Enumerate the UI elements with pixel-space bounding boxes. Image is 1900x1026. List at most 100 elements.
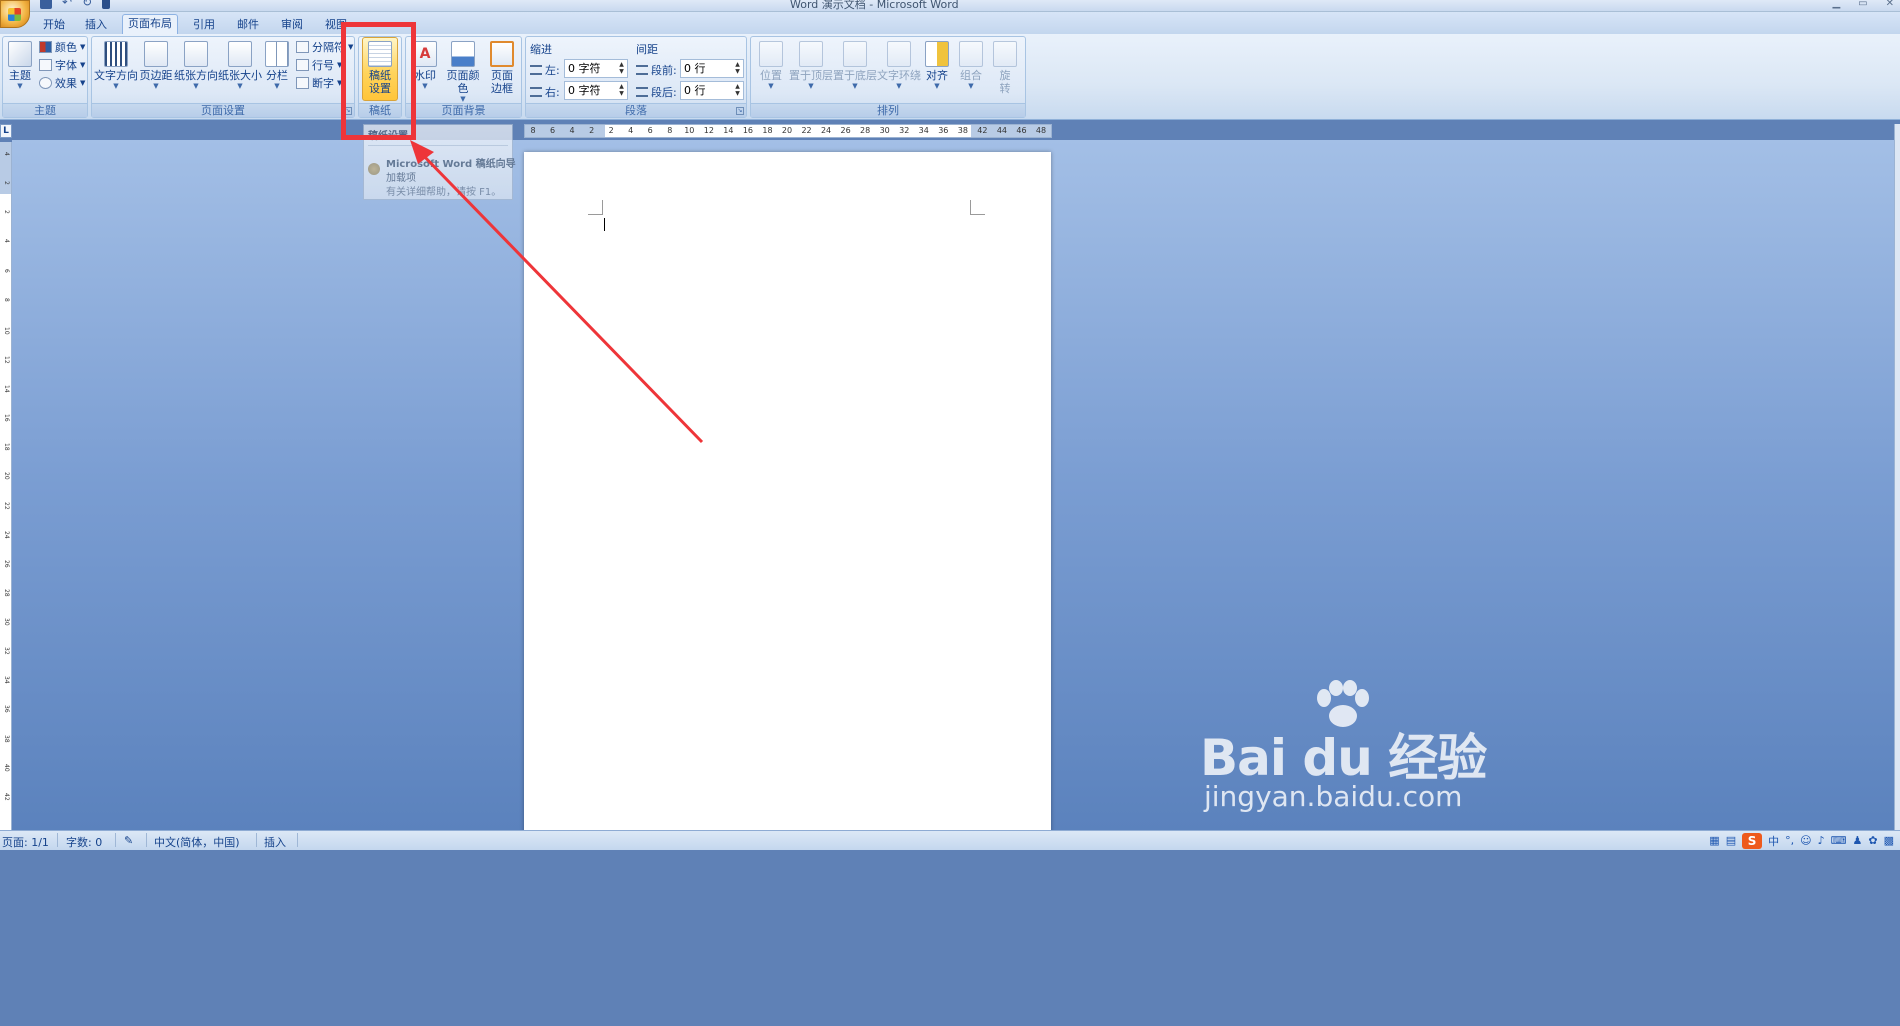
ruler-tick-label: 12 (3, 355, 10, 364)
status-bar: 页面: 1/1 字数: 0 ✎ 中文(简体，中国) 插入 ▦ ▤ S 中 °, … (0, 830, 1900, 850)
theme-effects-button[interactable]: 效果 ▼ (39, 75, 85, 91)
sogou-ime-logo[interactable]: S (1742, 832, 1763, 849)
text-direction-button[interactable]: 文字方向 ▼ (94, 41, 138, 90)
spacing-before-input[interactable]: 0 行 ▲ ▼ (680, 59, 744, 78)
document-page[interactable] (524, 152, 1051, 830)
status-word-count[interactable]: 字数: 0 (66, 834, 102, 850)
margins-icon (144, 41, 168, 67)
spin-arrows-icon[interactable]: ▲ ▼ (733, 83, 742, 98)
ruler-tick-label: 16 (742, 126, 754, 135)
theme-colors-button[interactable]: 颜色 ▼ (39, 39, 85, 55)
indent-right-icon (530, 87, 542, 97)
maximize-icon[interactable]: ▭ (1858, 0, 1867, 9)
status-page[interactable]: 页面: 1/1 (2, 834, 49, 850)
theme-fonts-button[interactable]: 字体 ▼ (39, 57, 85, 73)
tab-mailings[interactable]: 邮件 (232, 16, 264, 34)
ruler-tick-label: 36 (938, 126, 949, 135)
ribbon-tabs: 开始 插入 页面布局 引用 邮件 审阅 视图 (0, 12, 1900, 35)
tab-review[interactable]: 审阅 (276, 16, 308, 34)
vertical-ruler[interactable]: 4 2 2 4 6 8 10 12 14 16 18 20 22 24 26 28 30 32 34 36 38 40 42 (0, 142, 12, 832)
theme-button[interactable]: 主题 ▼ (5, 41, 35, 90)
page-color-button[interactable]: 页面颜色 ▼ (442, 41, 484, 103)
ime-language[interactable]: 中 (1768, 833, 1779, 849)
vertical-scrollbar[interactable] (1894, 124, 1900, 830)
align-button[interactable]: 对齐 ▼ (921, 41, 953, 90)
ruler-tick-label: 16 (3, 414, 10, 422)
close-icon[interactable]: ✕ (1886, 0, 1894, 9)
microphone-icon[interactable]: ♪ (1818, 834, 1825, 847)
group-label-gaozhi: 稿纸 (359, 103, 401, 117)
orientation-button[interactable]: 纸张方向 ▼ (174, 41, 218, 90)
spin-arrows-icon[interactable]: ▲ ▼ (733, 61, 742, 76)
ruler-tick-label: 4 (628, 126, 634, 135)
ruler-tick-label: 32 (899, 126, 910, 135)
chevron-down-icon: ▼ (237, 82, 243, 90)
columns-icon (265, 41, 289, 67)
window-title: Word 演示文档 - Microsoft Word (790, 0, 959, 11)
qat-customize-icon[interactable] (102, 0, 111, 9)
indent-right-label: 右: (530, 84, 560, 100)
punctuation-icon[interactable]: °, (1785, 834, 1794, 847)
watermark-button[interactable]: A 水印 ▼ (410, 41, 440, 90)
tab-home[interactable]: 开始 (38, 16, 70, 34)
paragraph-dialog-launcher[interactable]: ↘ (736, 107, 744, 115)
line-numbers-button[interactable]: 行号 ▼ (296, 57, 342, 73)
indent-left-input[interactable]: 0 字符 ▲ ▼ (564, 59, 628, 78)
margins-button[interactable]: 页边距 ▼ (138, 41, 174, 90)
ruler-tick-label: 48 (1035, 126, 1047, 135)
gaozhi-settings-button[interactable]: 稿纸 设置 (362, 37, 398, 101)
skin-icon[interactable]: ✿ (1868, 834, 1877, 847)
status-insert-mode[interactable]: 插入 (264, 834, 286, 850)
emoji-icon[interactable]: ☺ (1800, 834, 1811, 847)
office-button[interactable] (0, 0, 30, 28)
breaks-button[interactable]: 分隔符 ▼ (296, 39, 353, 55)
tab-insert[interactable]: 插入 (80, 16, 112, 34)
tab-view[interactable]: 视图 (320, 16, 352, 34)
ruler-tick-label: 6 (647, 126, 653, 135)
tab-selector[interactable]: L (0, 124, 12, 138)
tab-references[interactable]: 引用 (188, 16, 220, 34)
columns-button[interactable]: 分栏 ▼ (262, 41, 292, 90)
effects-icon (39, 77, 52, 89)
save-icon[interactable] (40, 0, 52, 9)
hyphenation-button[interactable]: 断字 ▼ (296, 75, 342, 91)
tooltip-title: 稿纸设置 (368, 131, 408, 142)
view-print-layout-icon[interactable]: ▦ (1709, 834, 1719, 847)
ruler-tick-label: 10 (3, 326, 10, 335)
bring-to-front-button[interactable]: 置于顶层 ▼ (789, 41, 833, 90)
user-icon[interactable]: ♟ (1853, 834, 1863, 847)
paper-size-button[interactable]: 纸张大小 ▼ (218, 41, 262, 90)
indent-right-input[interactable]: 0 字符 ▲ ▼ (564, 81, 628, 100)
undo-icon[interactable]: ↶ (62, 0, 72, 9)
spin-arrows-icon[interactable]: ▲ ▼ (617, 83, 626, 98)
margin-corner-top-left (588, 200, 603, 215)
spell-check-icon[interactable]: ✎ (124, 834, 133, 847)
group-objects-button[interactable]: 组合 ▼ (955, 41, 987, 90)
rotate-button[interactable]: 旋 转 (989, 41, 1021, 95)
align-icon (925, 41, 949, 67)
spin-arrows-icon[interactable]: ▲ ▼ (617, 61, 626, 76)
chevron-down-icon: ▼ (113, 82, 119, 90)
spacing-after-icon (636, 87, 648, 97)
text-wrap-button[interactable]: 文字环绕 ▼ (877, 41, 921, 90)
ruler-tick-label: 20 (3, 472, 10, 481)
spacing-after-input[interactable]: 0 行 ▲ ▼ (680, 81, 744, 100)
watermark-icon: A (413, 41, 437, 67)
tab-page-layout[interactable]: 页面布局 (122, 14, 178, 35)
position-button[interactable]: 位置 ▼ (755, 41, 787, 90)
minimize-icon[interactable]: ▁ (1832, 0, 1840, 9)
keyboard-icon[interactable]: ⌨ (1831, 834, 1847, 847)
page-border-button[interactable]: 页面 边框 (486, 41, 518, 95)
status-language[interactable]: 中文(简体，中国) (154, 834, 240, 850)
toolbox-icon[interactable]: ▩ (1884, 834, 1894, 847)
indent-left-label: 左: (530, 62, 560, 78)
ruler-top-margin (0, 142, 11, 194)
group-label-paragraph: 段落 (526, 103, 746, 117)
horizontal-ruler[interactable]: 8 6 4 2 2 4 6 8 10 12 14 16 18 20 22 24 26 28 30 32 34 36 38 42… (524, 124, 1052, 138)
redo-icon[interactable]: ↻ (82, 0, 92, 9)
fonts-icon (39, 59, 52, 71)
send-to-back-button[interactable]: 置于底层 ▼ (833, 41, 877, 90)
ruler-tick-label: 36 (3, 705, 10, 714)
view-reading-icon[interactable]: ▤ (1726, 834, 1736, 847)
page-setup-dialog-launcher[interactable]: ↘ (344, 107, 352, 115)
